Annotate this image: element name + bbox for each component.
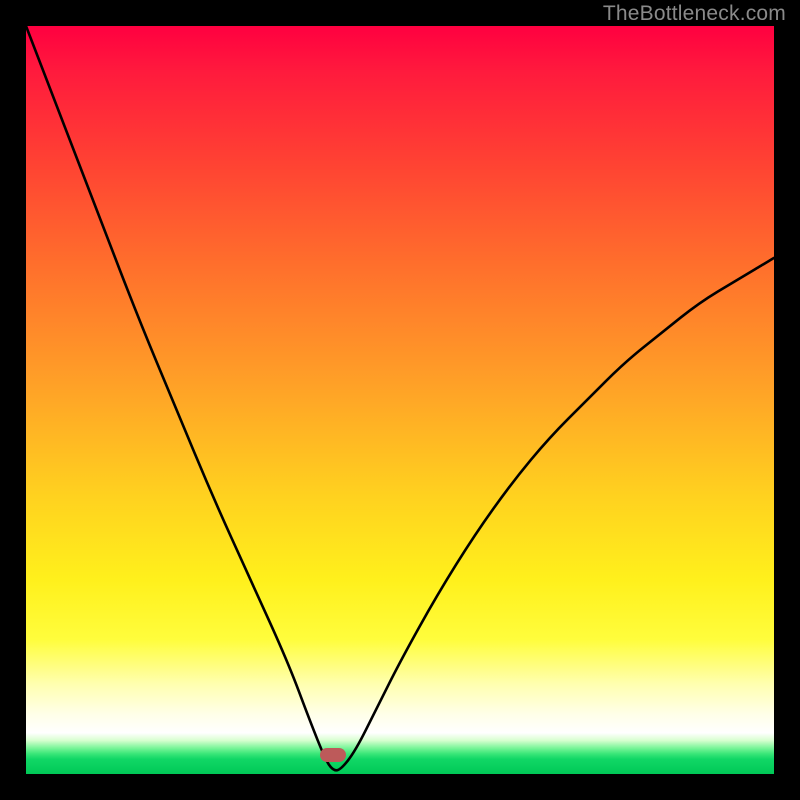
watermark-text: TheBottleneck.com [603,2,786,26]
bottleneck-curve [26,26,774,774]
chart-frame: TheBottleneck.com [0,0,800,800]
plot-area [26,26,774,774]
optimum-marker [320,748,346,762]
